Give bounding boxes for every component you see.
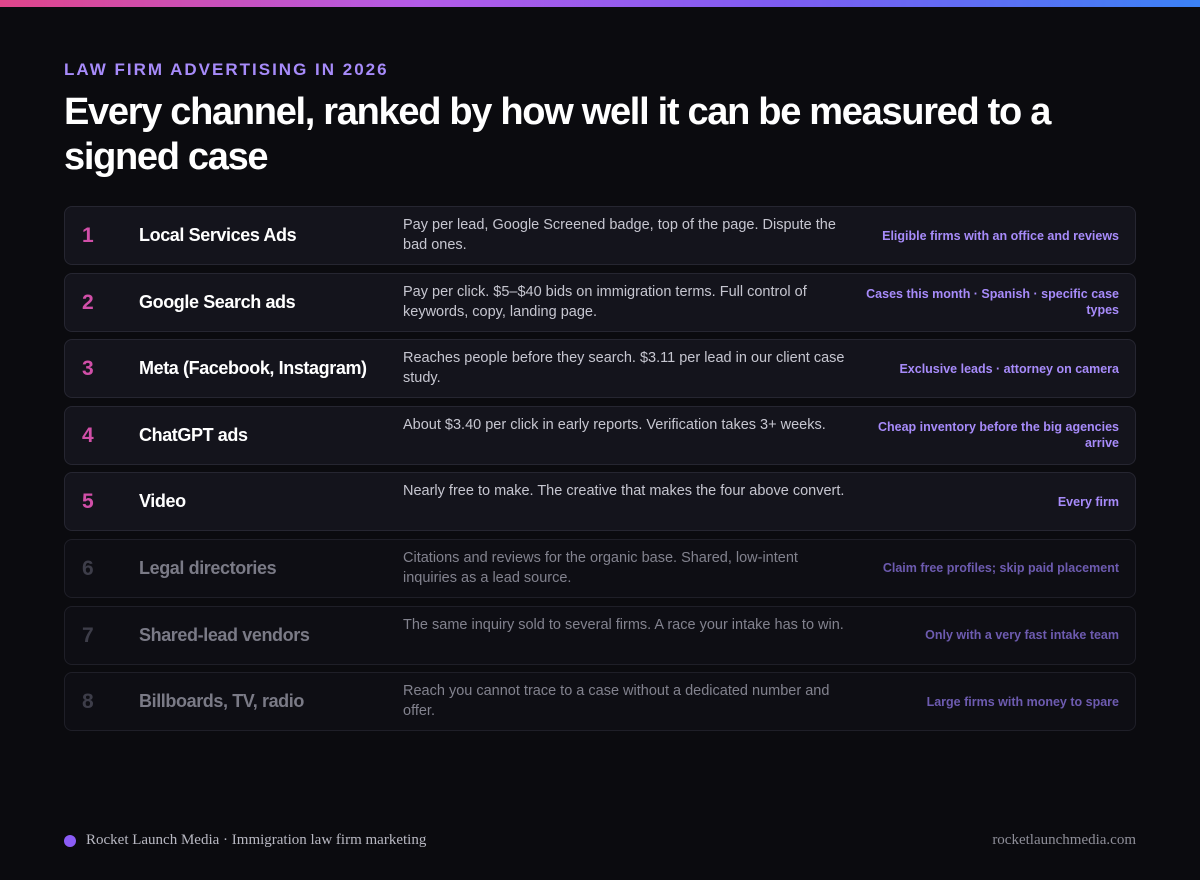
channel-description: Nearly free to make. The creative that m… <box>403 483 845 500</box>
channel-rank: 8 <box>82 690 94 714</box>
channel-row: 8 Billboards, TV, radio Reach you cannot… <box>64 672 1136 732</box>
channel-rank: 6 <box>82 556 94 580</box>
channel-best-for: Cases this month · Spanish · specific ca… <box>866 287 1119 318</box>
channel-description: Reaches people before they search. $3.11… <box>403 350 845 387</box>
footer-brand: Rocket Launch Media · Immigration law fi… <box>64 832 426 849</box>
channel-best-for: Every firm <box>1057 494 1119 509</box>
channel-description: The same inquiry sold to several firms. … <box>403 616 844 633</box>
channel-rank: 2 <box>82 290 94 314</box>
footer-brand-text: Rocket Launch Media · Immigration law fi… <box>86 832 427 848</box>
channel-rank: 4 <box>82 423 94 447</box>
channel-ranking-list: 1 Local Services Ads Pay per lead, Googl… <box>64 206 1136 739</box>
page-title: Every channel, ranked by how well it can… <box>64 91 1051 178</box>
channel-best-for: Cheap inventory before the big agencies … <box>877 420 1119 451</box>
channel-rank: 5 <box>82 490 94 514</box>
channel-name: Meta (Facebook, Instagram) <box>139 358 367 379</box>
channel-name: ChatGPT ads <box>139 424 248 445</box>
channel-name: Shared-lead vendors <box>139 624 310 645</box>
channel-rank: 3 <box>82 357 94 381</box>
channel-name: Legal directories <box>139 557 277 578</box>
channel-description: Pay per click. $5–$40 bids on immigratio… <box>403 283 807 320</box>
channel-best-for: Exclusive leads · attorney on camera <box>899 361 1119 376</box>
footer-url: rocketlaunchmedia.com <box>992 832 1136 848</box>
channel-best-for: Eligible firms with an office and review… <box>882 228 1119 243</box>
channel-best-for: Large firms with money to spare <box>926 694 1119 709</box>
channel-best-for: Claim free profiles; skip paid placement <box>882 561 1119 576</box>
channel-name: Video <box>139 491 186 512</box>
brand-dot-icon <box>64 834 76 847</box>
channel-name: Billboards, TV, radio <box>139 691 304 712</box>
channel-row: 3 Meta (Facebook, Instagram) Reaches peo… <box>64 339 1136 399</box>
channel-row: 4 ChatGPT ads About $3.40 per click in e… <box>64 405 1136 465</box>
channel-row: 2 Google Search ads Pay per click. $5–$4… <box>64 272 1136 332</box>
channel-description: Reach you cannot trace to a case without… <box>403 683 830 720</box>
channel-row: 1 Local Services Ads Pay per lead, Googl… <box>64 206 1136 265</box>
gradient-top-bar <box>0 0 1200 7</box>
channel-row: 7 Shared-lead vendors The same inquiry s… <box>64 605 1136 665</box>
channel-description: About $3.40 per click in early reports. … <box>403 416 826 433</box>
channel-rank: 1 <box>82 224 94 247</box>
channel-description: Pay per lead, Google Screened badge, top… <box>403 217 836 253</box>
channel-row: 6 Legal directories Citations and review… <box>64 538 1136 598</box>
channel-row: 5 Video Nearly free to make. The creativ… <box>64 472 1136 532</box>
channel-name: Local Services Ads <box>139 225 297 245</box>
eyebrow-label: LAW FIRM ADVERTISING IN 2026 <box>64 60 389 79</box>
channel-description: Citations and reviews for the organic ba… <box>403 549 798 586</box>
channel-rank: 7 <box>82 623 94 647</box>
channel-name: Google Search ads <box>139 291 296 312</box>
channel-best-for: Only with a very fast intake team <box>925 628 1119 643</box>
